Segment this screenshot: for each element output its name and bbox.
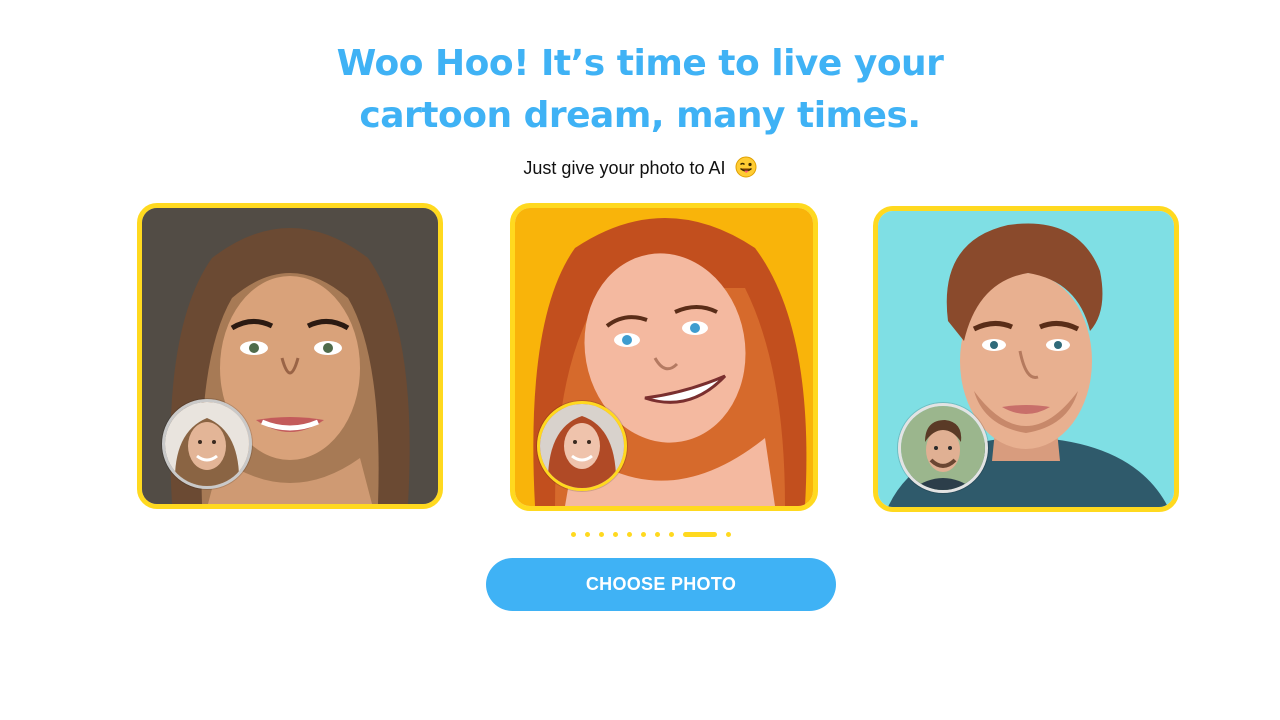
headline-line-1: Woo Hoo! It’s time to live your bbox=[336, 43, 944, 84]
carousel-dot[interactable] bbox=[627, 531, 632, 537]
carousel-dot[interactable] bbox=[655, 531, 660, 537]
carousel-dot[interactable] bbox=[726, 531, 731, 537]
headline-line-2: cartoon dream, many times. bbox=[359, 95, 921, 136]
carousel-dot[interactable] bbox=[613, 531, 618, 537]
photo-woman-2-image bbox=[540, 404, 624, 488]
carousel-dot[interactable] bbox=[641, 531, 646, 537]
carousel-dot[interactable] bbox=[669, 531, 674, 537]
choose-photo-button[interactable]: CHOOSE PHOTO bbox=[486, 558, 836, 611]
photo-woman-1-image bbox=[165, 402, 249, 486]
carousel-dot-active[interactable] bbox=[683, 531, 717, 537]
carousel-pagination bbox=[0, 531, 1280, 537]
carousel-dot[interactable] bbox=[571, 531, 576, 537]
slide-card-3[interactable] bbox=[873, 206, 1179, 512]
photo-man-image bbox=[901, 406, 985, 490]
slide-card-2[interactable] bbox=[510, 203, 818, 511]
original-photo-avatar-2 bbox=[537, 401, 627, 491]
carousel-dot[interactable] bbox=[599, 531, 604, 537]
carousel-dot[interactable] bbox=[585, 531, 590, 537]
original-photo-avatar-3 bbox=[898, 403, 988, 493]
original-photo-avatar-1 bbox=[162, 399, 252, 489]
subtitle: Just give your photo to AI bbox=[0, 155, 1280, 181]
slide-card-1[interactable] bbox=[137, 203, 443, 509]
headline: Woo Hoo! It’s time to live your cartoon … bbox=[0, 38, 1280, 142]
subtitle-text: Just give your photo to AI bbox=[523, 158, 726, 178]
winking-tongue-emoji-icon bbox=[735, 156, 757, 178]
